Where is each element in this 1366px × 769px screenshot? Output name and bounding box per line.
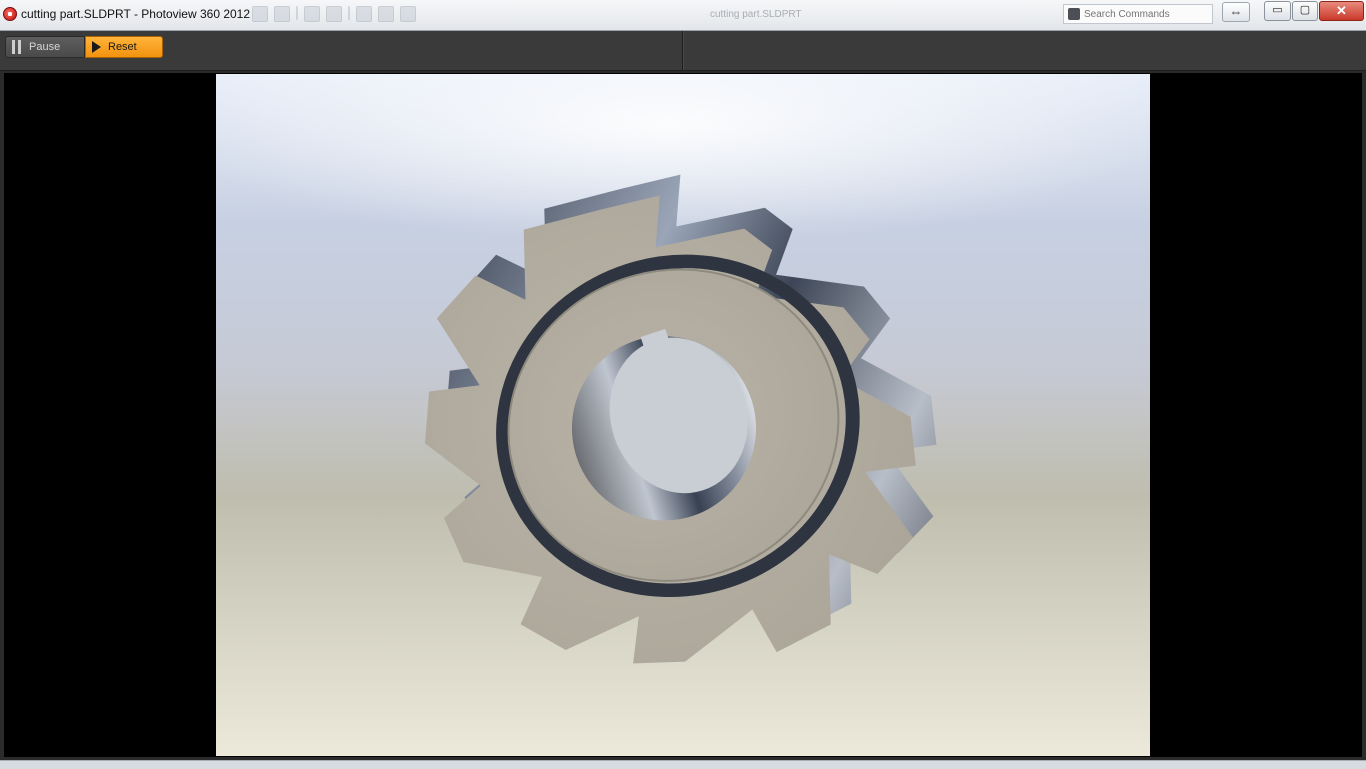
qat-separator bbox=[296, 6, 298, 20]
photoview-app-icon[interactable] bbox=[3, 7, 17, 21]
document-title: cutting part.SLDPRT bbox=[710, 9, 802, 20]
cutter-gear-render bbox=[424, 174, 937, 664]
window-title: cutting part.SLDPRT - Photoview 360 2012 bbox=[21, 7, 251, 21]
title-bar: cutting part.SLDPRT - Photoview 360 2012… bbox=[0, 0, 1366, 31]
toolbar-divider bbox=[682, 31, 683, 70]
pause-icon bbox=[12, 40, 21, 54]
pause-label: Pause bbox=[29, 41, 61, 53]
play-icon bbox=[92, 41, 101, 53]
swap-arrows-button[interactable]: ⇔ bbox=[1222, 2, 1250, 22]
search-commands-box[interactable] bbox=[1063, 4, 1213, 24]
qat-print-icon[interactable] bbox=[304, 6, 320, 22]
qat-rebuild-icon[interactable] bbox=[378, 6, 394, 22]
maximize-button[interactable]: ▢ bbox=[1292, 1, 1318, 21]
minimize-button[interactable]: ▭ bbox=[1264, 1, 1291, 21]
render-viewport[interactable] bbox=[4, 73, 1362, 757]
reset-label: Reset bbox=[108, 41, 137, 53]
close-button[interactable]: ✕ bbox=[1319, 1, 1364, 21]
qat-undo-icon[interactable] bbox=[326, 6, 342, 22]
reset-button[interactable]: Reset bbox=[85, 36, 163, 58]
quick-access-toolbar bbox=[252, 6, 462, 24]
qat-select-icon[interactable] bbox=[356, 6, 372, 22]
qat-open-icon[interactable] bbox=[252, 6, 268, 22]
search-icon bbox=[1068, 8, 1080, 20]
pause-button[interactable]: Pause bbox=[5, 36, 85, 58]
rendered-image bbox=[216, 74, 1150, 756]
render-toolbar: Pause Reset bbox=[0, 31, 1366, 71]
qat-save-icon[interactable] bbox=[274, 6, 290, 22]
qat-options-icon[interactable] bbox=[400, 6, 416, 22]
qat-separator bbox=[348, 6, 350, 20]
search-input[interactable] bbox=[1084, 7, 1208, 21]
